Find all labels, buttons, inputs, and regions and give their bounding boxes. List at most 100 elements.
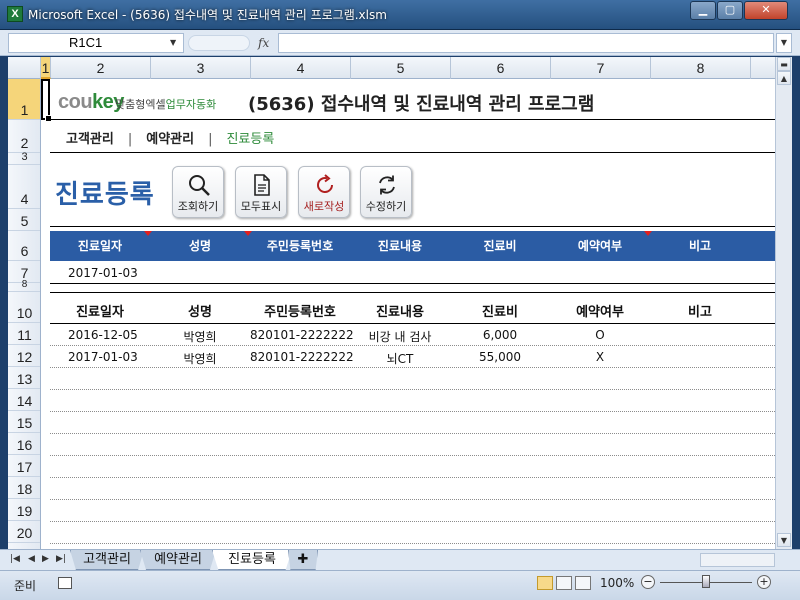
sheet-tab-treatment[interactable]: 진료등록 (212, 550, 292, 570)
maximize-button[interactable]: ▢ (717, 1, 743, 20)
row-header[interactable]: 4 (8, 165, 40, 209)
column-header[interactable]: 6 (451, 57, 551, 79)
horizontal-scrollbar[interactable] (700, 553, 775, 567)
record-treatment[interactable]: 뇌CT (350, 350, 450, 367)
logo-text-cou: cou (58, 91, 93, 113)
record-ssn[interactable]: 820101-2222222 (250, 328, 354, 342)
column-header[interactable]: 2 (51, 57, 151, 79)
column-header[interactable]: 5 (351, 57, 451, 79)
insert-function-button[interactable]: fx (258, 36, 269, 50)
close-button[interactable]: ✕ (744, 1, 788, 20)
record-ssn[interactable]: 820101-2222222 (250, 350, 354, 364)
input-date-cell[interactable]: 2017-01-03 (68, 266, 138, 280)
nav-link-treatment[interactable]: 진료등록 (226, 128, 274, 147)
column-headers: 1 2 3 4 5 6 7 8 (8, 57, 775, 79)
column-header[interactable]: 4 (251, 57, 351, 79)
records-header-treatment: 진료내용 (376, 305, 424, 320)
row-header[interactable]: 19 (8, 499, 40, 521)
normal-view-icon[interactable] (537, 576, 553, 590)
nav-link-reservations[interactable]: 예약관리 (146, 128, 194, 147)
record-name[interactable]: 박영희 (150, 350, 250, 367)
column-header[interactable]: 7 (551, 57, 651, 79)
excel-app-icon[interactable]: X (7, 6, 23, 22)
divider (50, 323, 775, 324)
formula-input[interactable] (278, 33, 774, 53)
row-header[interactable]: 18 (8, 477, 40, 499)
row-header[interactable]: 5 (8, 209, 40, 231)
vertical-scrollbar[interactable]: ▬ ▲ ▼ (775, 57, 792, 549)
row-header[interactable]: 12 (8, 345, 40, 367)
row-header[interactable]: 16 (8, 433, 40, 455)
row-header[interactable]: 20 (8, 521, 40, 543)
scroll-down-arrow[interactable]: ▼ (777, 533, 791, 547)
records-header-ssn: 주민등록번호 (264, 305, 336, 320)
chevron-down-icon[interactable]: ▼ (170, 38, 176, 47)
page-layout-view-icon[interactable] (556, 576, 572, 590)
record-reservation[interactable]: X (550, 350, 650, 364)
record-reservation[interactable]: O (550, 328, 650, 342)
row-header[interactable]: 2 (8, 120, 40, 153)
row-header[interactable]: 6 (8, 231, 40, 261)
comment-indicator (644, 231, 652, 236)
row-divider (50, 389, 775, 390)
row-header[interactable]: 10 (8, 292, 40, 323)
divider (50, 283, 775, 284)
scroll-up-arrow[interactable]: ▲ (777, 71, 791, 85)
record-treatment[interactable]: 비강 내 검사 (350, 328, 450, 345)
row-header[interactable]: 17 (8, 455, 40, 477)
edit-button[interactable]: 수정하기 (360, 166, 412, 218)
minimize-button[interactable]: ▁ (690, 1, 716, 20)
active-cell-cursor[interactable] (41, 79, 52, 122)
column-header[interactable]: 8 (651, 57, 751, 79)
nav-separator: | (208, 132, 213, 147)
record-date[interactable]: 2017-01-03 (68, 350, 138, 364)
split-handle[interactable]: ▬ (777, 57, 791, 71)
row-divider (50, 367, 775, 368)
last-sheet-icon[interactable]: ▶| (56, 554, 66, 564)
column-header[interactable]: 3 (151, 57, 251, 79)
zoom-level[interactable]: 100% (600, 576, 634, 590)
row-divider (50, 477, 775, 478)
show-all-button[interactable]: 모두표시 (235, 166, 287, 218)
page-break-view-icon[interactable] (575, 576, 591, 590)
status-ready-text: 준비 (14, 579, 37, 593)
new-entry-button[interactable]: 새로작성 (298, 166, 350, 218)
records-header-fee: 진료비 (482, 305, 518, 320)
sheet-tab-reservations[interactable]: 예약관리 (140, 550, 216, 570)
row-header[interactable]: 14 (8, 389, 40, 411)
column-header[interactable]: 1 (41, 57, 51, 79)
magnifier-icon (189, 175, 210, 196)
next-sheet-icon[interactable]: ▶ (42, 554, 49, 564)
input-header-fee: 진료비 (483, 239, 517, 253)
insert-sheet-icon[interactable]: ✚ (288, 550, 318, 570)
search-button[interactable]: 조회하기 (172, 166, 224, 218)
select-all-corner[interactable] (8, 57, 41, 79)
zoom-out-button[interactable]: − (641, 575, 655, 589)
row-header[interactable]: 15 (8, 411, 40, 433)
records-header-name: 성명 (188, 305, 212, 320)
worksheet[interactable]: coukey 맞춤형엑셀업무자동화 (5636) 접수내역 및 진료내역 관리 … (41, 79, 775, 549)
name-box[interactable]: R1C1 (8, 33, 184, 53)
record-fee[interactable]: 55,000 (450, 350, 550, 364)
first-sheet-icon[interactable]: |◀ (10, 554, 20, 564)
row-header[interactable]: 13 (8, 367, 40, 389)
row-header[interactable]: 11 (8, 323, 40, 345)
window-title: Microsoft Excel - (5636) 접수내역 및 진료내역 관리 … (28, 8, 387, 22)
record-date[interactable]: 2016-12-05 (68, 328, 138, 342)
row-header[interactable]: 3 (8, 151, 40, 165)
input-header-reservation: 예약여부 (577, 239, 623, 253)
page-title: (5636) 접수내역 및 진료내역 관리 프로그램 (248, 94, 595, 115)
row-header[interactable]: 8 (8, 279, 40, 292)
zoom-in-button[interactable]: + (757, 575, 771, 589)
sheet-tab-customers[interactable]: 고객관리 (70, 550, 144, 570)
expand-formula-bar-button[interactable]: ▼ (776, 33, 792, 53)
section-title: 진료등록 (55, 180, 155, 210)
nav-link-customers[interactable]: 고객관리 (66, 128, 114, 147)
macro-record-icon[interactable] (58, 577, 72, 589)
prev-sheet-icon[interactable]: ◀ (28, 554, 35, 564)
record-name[interactable]: 박영희 (150, 328, 250, 345)
status-bar: 준비 100% − + (0, 570, 800, 600)
zoom-slider-thumb[interactable] (702, 575, 710, 588)
record-fee[interactable]: 6,000 (450, 328, 550, 342)
row-header[interactable]: 1 (8, 79, 40, 120)
